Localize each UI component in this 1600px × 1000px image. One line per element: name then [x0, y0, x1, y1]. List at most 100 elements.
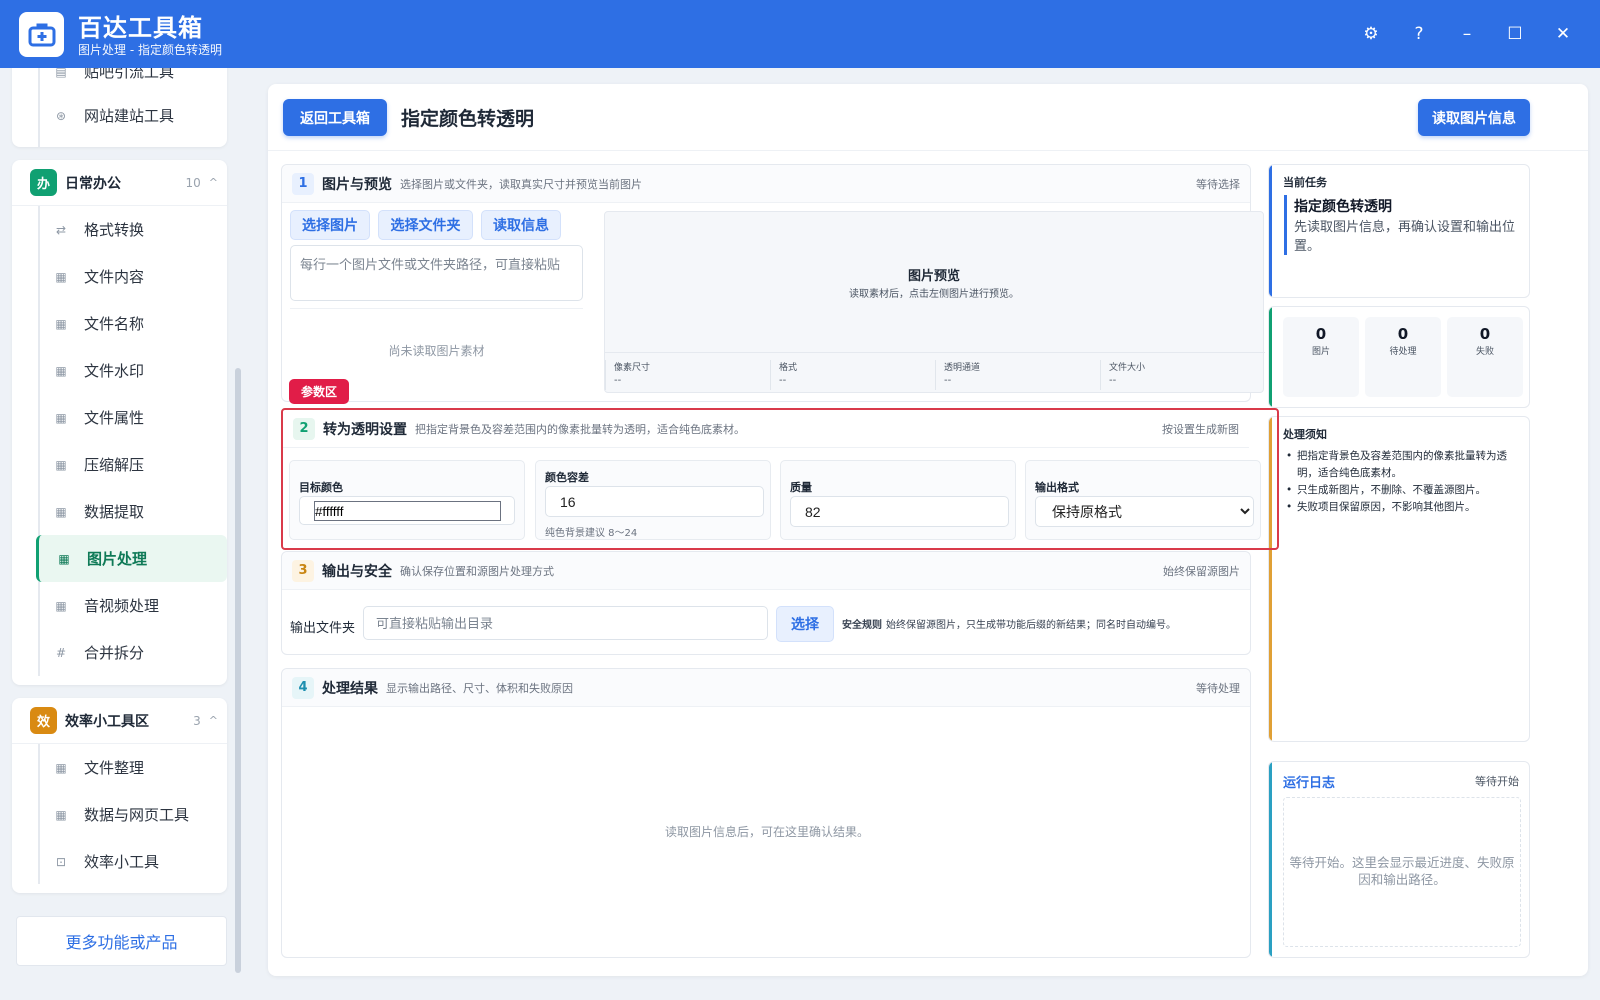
meta-alpha: 透明通道 --: [935, 360, 1097, 390]
sidebar-group-header[interactable]: 办 日常办公 10 ^: [12, 160, 227, 206]
sidebar-item-tieba[interactable]: ▤ 贴吧引流工具: [12, 68, 227, 95]
document-icon: ▤: [55, 68, 67, 79]
notice-heading: 处理须知: [1283, 428, 1327, 441]
notice-item: 只生成新图片，不删除、不覆盖源图片。: [1283, 482, 1523, 499]
group-count: 10: [185, 175, 201, 190]
read-info-button[interactable]: 读取信息: [481, 210, 561, 240]
notice-list: 把指定背景色及容差范围内的像素批量转为透明，适合纯色底素材。 只生成新图片，不删…: [1283, 448, 1523, 516]
app-title: 百达工具箱: [78, 14, 203, 42]
sidebar-scrollbar[interactable]: [235, 368, 241, 973]
current-task-name: 指定颜色转透明: [1294, 199, 1392, 215]
sidebar-item-label: 音视频处理: [84, 597, 160, 615]
section-image-preview: 1 图片与预览 选择图片或文件夹，读取真实尺寸并预览当前图片 等待选择 选择图片…: [281, 164, 1265, 402]
run-log-area[interactable]: 等待开始。这里会显示最近进度、失败原因和输出路径。: [1283, 797, 1521, 947]
sidebar-item-website[interactable]: ⊛ 网站建站工具: [12, 92, 227, 139]
sidebar-item-label: 图片处理: [87, 550, 148, 568]
sidebar-item-file-content[interactable]: ▦ 文件内容: [12, 253, 227, 300]
grid-icon: ▦: [55, 504, 67, 519]
section-status: 等待处理: [1196, 681, 1240, 695]
output-folder-input[interactable]: [363, 606, 768, 640]
preview-title: 图片预览: [907, 269, 960, 284]
sidebar-item-compress[interactable]: ▦ 压缩解压: [12, 441, 227, 488]
safety-rule-title: 安全规则: [842, 620, 882, 631]
select-folder-button[interactable]: 选择文件夹: [378, 210, 473, 240]
sidebar-item-image-processing[interactable]: ▦ 图片处理: [36, 535, 227, 582]
section-number: 3: [292, 559, 314, 582]
path-input[interactable]: [290, 245, 583, 301]
sidebar-item-label: 数据提取: [84, 503, 145, 521]
sidebar-item-label: 格式转换: [84, 221, 145, 239]
stats-card: 0 图片 0 待处理 0 失败: [1268, 306, 1530, 408]
group-count: 3: [193, 713, 201, 728]
meta-pixel-size: 像素尺寸 --: [605, 360, 767, 390]
sidebar-item-file-name[interactable]: ▦ 文件名称: [12, 300, 227, 347]
toolbox-icon: ⊡: [55, 854, 67, 869]
group-name: 日常办公: [65, 175, 121, 192]
settings-gear-icon[interactable]: ⚙: [1357, 20, 1385, 48]
close-icon[interactable]: ✕: [1549, 20, 1577, 48]
sidebar-item-format-convert[interactable]: ⇄ 格式转换: [12, 206, 227, 253]
image-preview-area[interactable]: 图片预览 读取素材后，点击左侧图片进行预览。 像素尺寸 -- 格式 -- 透明通道 -…: [604, 211, 1265, 393]
sidebar-item-label: 文件属性: [84, 409, 145, 427]
sidebar-item-data-extract[interactable]: ▦ 数据提取: [12, 488, 227, 535]
chevron-up-icon[interactable]: ^: [209, 714, 218, 727]
globe-icon: ⊛: [55, 108, 67, 123]
grid-icon: ▦: [55, 269, 67, 284]
sidebar-item-file-organize[interactable]: ▦ 文件整理: [12, 744, 227, 791]
sidebar-group-header[interactable]: 效 效率小工具区 3 ^: [12, 698, 227, 744]
toolbox-logo-icon: [19, 12, 64, 57]
preview-hint: 读取素材后，点击左侧图片进行预览。: [849, 289, 1019, 300]
sidebar-group-office: 办 日常办公 10 ^ ⇄ 格式转换 ▦ 文件内容 ▦ 文件名称 ▦ 文件水印 ▦ 文件属…: [12, 160, 227, 685]
stat-pending: 0 待处理: [1365, 317, 1441, 397]
section-status: 等待选择: [1196, 177, 1240, 191]
sidebar-item-merge-split[interactable]: # 合并拆分: [12, 629, 227, 676]
title-bar: 百达工具箱 图片处理 - 指定颜色转透明 ⚙ ? – ☐ ✕: [0, 0, 1600, 68]
sidebar-item-label: 文件整理: [84, 759, 145, 777]
section-status: 始终保留源图片: [1163, 564, 1240, 578]
select-image-button[interactable]: 选择图片: [290, 210, 370, 240]
grid-icon: ▦: [55, 363, 67, 378]
hash-icon: #: [55, 645, 67, 660]
notice-item: 把指定背景色及容差范围内的像素批量转为透明，适合纯色底素材。: [1283, 448, 1523, 482]
sidebar-item-data-web[interactable]: ▦ 数据与网页工具: [12, 791, 227, 838]
output-folder-label: 输出文件夹: [290, 621, 356, 636]
param-area-highlight: [281, 408, 1279, 550]
read-image-info-button[interactable]: 读取图片信息: [1418, 99, 1530, 136]
sidebar-item-efficiency-tools[interactable]: ⊡ 效率小工具: [12, 838, 227, 885]
section-title: 处理结果: [322, 680, 378, 697]
sidebar-item-label: 压缩解压: [84, 456, 145, 474]
chevron-up-icon[interactable]: ^: [209, 176, 218, 189]
page-title: 指定颜色转透明: [401, 108, 535, 130]
section-output-safety: 3 输出与安全 确认保存位置和源图片处理方式 始终保留源图片 输出文件夹 选择 …: [281, 551, 1251, 655]
sidebar-item-av-processing[interactable]: ▦ 音视频处理: [12, 582, 227, 629]
help-icon[interactable]: ?: [1405, 20, 1433, 48]
maximize-icon[interactable]: ☐: [1501, 20, 1529, 48]
run-log-card: 运行日志 等待开始 等待开始。这里会显示最近进度、失败原因和输出路径。: [1268, 761, 1530, 958]
section-desc: 选择图片或文件夹，读取真实尺寸并预览当前图片: [400, 177, 642, 191]
swap-icon: ⇄: [55, 222, 67, 237]
section-desc: 确认保存位置和源图片处理方式: [400, 564, 554, 578]
section-header: 3 输出与安全 确认保存位置和源图片处理方式 始终保留源图片: [282, 552, 1250, 590]
minimize-icon[interactable]: –: [1453, 20, 1481, 48]
more-products-button[interactable]: 更多功能或产品: [16, 916, 227, 966]
back-to-toolbox-button[interactable]: 返回工具箱: [283, 99, 387, 136]
sidebar-item-watermark[interactable]: ▦ 文件水印: [12, 347, 227, 394]
grid-icon: ▦: [55, 316, 67, 331]
meta-format: 格式 --: [770, 360, 932, 390]
current-task-card: 当前任务 指定颜色转透明 先读取图片信息，再确认设置和输出位置。: [1268, 164, 1530, 298]
sidebar-item-label: 文件内容: [84, 268, 145, 286]
sidebar-item-label: 网站建站工具: [84, 107, 175, 125]
app-subtitle: 图片处理 - 指定颜色转透明: [78, 43, 222, 57]
sidebar-item-label: 文件水印: [84, 362, 145, 380]
grid-icon: ▦: [55, 410, 67, 425]
run-log-status: 等待开始: [1475, 775, 1519, 788]
sidebar: ▤ 贴吧引流工具 ⊛ 网站建站工具 办 日常办公 10 ^ ⇄ 格式转换 ▦ 文件内…: [0, 68, 246, 1000]
section-results: 4 处理结果 显示输出路径、尺寸、体积和失败原因 等待处理 读取图片信息后，可在…: [281, 668, 1251, 958]
grid-icon: ▦: [55, 807, 67, 822]
run-log-text: 等待开始。这里会显示最近进度、失败原因和输出路径。: [1289, 855, 1515, 887]
results-empty-text: 读取图片信息后，可在这里确认结果。: [664, 825, 869, 839]
grid-icon: ▦: [55, 598, 67, 613]
sidebar-item-file-props[interactable]: ▦ 文件属性: [12, 394, 227, 441]
choose-folder-button[interactable]: 选择: [776, 606, 834, 642]
meta-file-size: 文件大小 --: [1100, 360, 1262, 390]
